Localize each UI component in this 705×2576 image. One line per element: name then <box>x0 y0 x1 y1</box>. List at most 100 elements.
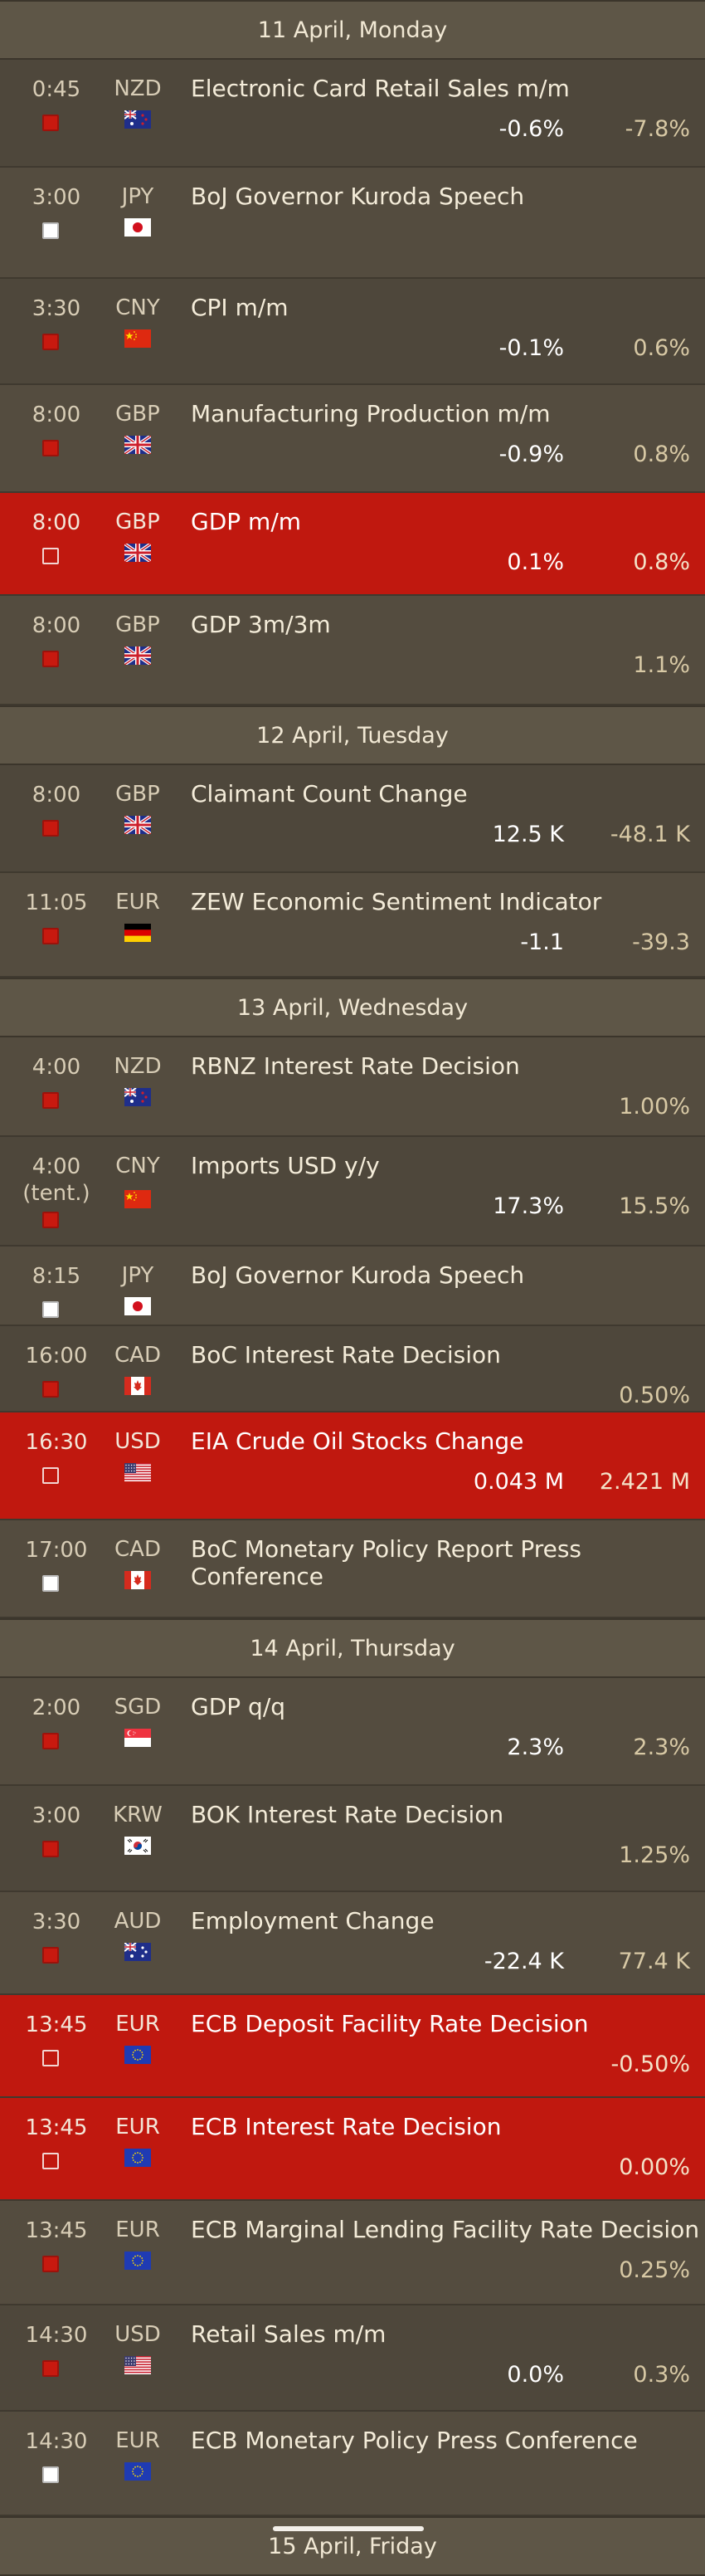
event-row[interactable]: 3:00 KRW BOK Interest Rate Decision 1.25% <box>0 1786 705 1892</box>
event-title: Manufacturing Production m/m <box>191 400 551 427</box>
event-currency: CNY <box>115 295 160 320</box>
event-title: EIA Crude Oil Stocks Change <box>191 1427 524 1455</box>
event-time-value: 4:00 <box>32 1154 81 1179</box>
event-previous: 0.8% <box>633 442 690 467</box>
event-row[interactable]: 13:45 EUR ECB Interest Rate Decision 0.00% <box>0 2098 705 2201</box>
event-title: BoJ Governor Kuroda Speech <box>191 1261 525 1289</box>
event-title: BoC Monetary Policy Report Press Confere… <box>191 1535 582 1590</box>
event-time: 8:00 <box>32 613 81 638</box>
day-label: 13 April, Wednesday <box>236 994 469 1021</box>
event-title: ECB Marginal Lending Facility Rate Decis… <box>191 2216 700 2243</box>
event-row[interactable]: 3:30 CNY CPI m/m -0.1% 0.6% <box>0 279 705 385</box>
au-flag-icon <box>124 1943 151 1961</box>
event-row[interactable]: 8:00 GBP GDP m/m 0.1% 0.8% <box>0 493 705 596</box>
importance-high-checkbox[interactable] <box>42 1733 59 1749</box>
event-time: 11:05 <box>25 890 88 915</box>
event-row[interactable]: 16:00 CAD BoC Interest Rate Decision 0.50% <box>0 1326 705 1412</box>
event-previous: 0.25% <box>619 2257 690 2283</box>
event-time: 8:00 <box>32 510 81 535</box>
event-actual: 0.0% <box>507 2362 564 2388</box>
importance-high-checkbox[interactable] <box>42 2360 59 2377</box>
importance-low-checkbox[interactable] <box>42 1467 59 1484</box>
event-previous: 2.3% <box>633 1734 690 1760</box>
event-title: Retail Sales m/m <box>191 2320 387 2348</box>
event-row[interactable]: 13:45 EUR ECB Marginal Lending Facility Ra… <box>0 2201 705 2305</box>
importance-high-checkbox[interactable] <box>42 1092 59 1109</box>
importance-low-checkbox[interactable] <box>42 1575 59 1592</box>
eu-flag-icon <box>124 2252 151 2270</box>
event-title: CPI m/m <box>191 294 289 321</box>
event-actual: 17.3% <box>493 1193 564 1219</box>
event-row[interactable]: 14:30 USD Retail Sales m/m 0.0% 0.3% <box>0 2305 705 2412</box>
importance-high-checkbox[interactable] <box>42 115 59 131</box>
importance-low-checkbox[interactable] <box>42 222 59 239</box>
importance-low-checkbox[interactable] <box>42 2153 59 2169</box>
home-indicator[interactable] <box>273 2526 424 2531</box>
importance-high-checkbox[interactable] <box>42 334 59 350</box>
event-row[interactable]: 8:00 GBP Manufacturing Production m/m -0.9%… <box>0 385 705 493</box>
event-row[interactable]: 3:30 AUD Employment Change -22.4 K 77.4 K <box>0 1892 705 1995</box>
day-header: 15 April, Friday <box>0 2516 705 2576</box>
event-previous: 0.8% <box>633 549 690 575</box>
importance-high-checkbox[interactable] <box>42 928 59 944</box>
event-row[interactable]: 14:30 EUR ECB Monetary Policy Press Confer… <box>0 2412 705 2516</box>
event-title: ECB Interest Rate Decision <box>191 2113 502 2140</box>
event-row[interactable]: 4:00 NZD RBNZ Interest Rate Decision 1.00% <box>0 1037 705 1137</box>
day-label: 15 April, Friday <box>268 2533 437 2559</box>
event-time: 4:00 <box>32 1055 81 1080</box>
event-row[interactable]: 11:05 EUR ZEW Economic Sentiment Indicator… <box>0 873 705 978</box>
event-previous: 0.6% <box>633 335 690 361</box>
event-title: ZEW Economic Sentiment Indicator <box>191 888 602 915</box>
importance-high-checkbox[interactable] <box>42 1381 59 1398</box>
event-row[interactable]: 4:00 (tent.) CNY Imports USD y/y 17.3% 15.5% <box>0 1137 705 1247</box>
event-time: 3:30 <box>32 296 81 321</box>
event-previous: 1.25% <box>619 1842 690 1868</box>
event-row[interactable]: 8:15 JPY BoJ Governor Kuroda Speech <box>0 1247 705 1326</box>
event-time: 3:30 <box>32 1910 81 1934</box>
event-currency: GBP <box>115 612 160 637</box>
event-previous: 1.1% <box>633 652 690 678</box>
event-currency: EUR <box>115 2428 160 2453</box>
event-title: BoC Interest Rate Decision <box>191 1341 501 1368</box>
event-time: 4:00 (tent.) <box>0 1154 113 1207</box>
importance-low-checkbox[interactable] <box>42 2466 59 2483</box>
event-row[interactable]: 0:45 NZD Electronic Card Retail Sales m/m -… <box>0 60 705 168</box>
event-row[interactable]: 16:30 USD EIA Crude Oil Stocks Change 0.043… <box>0 1412 705 1520</box>
event-currency: GBP <box>115 782 160 807</box>
importance-high-checkbox[interactable] <box>42 1947 59 1964</box>
cn-flag-icon <box>124 329 151 348</box>
event-previous: 15.5% <box>619 1193 690 1219</box>
event-row[interactable]: 8:00 GBP Claimant Count Change 12.5 K -48.1 … <box>0 765 705 873</box>
event-time: 14:30 <box>25 2429 88 2454</box>
event-row[interactable]: 8:00 GBP GDP 3m/3m 1.1% <box>0 596 705 705</box>
event-currency: USD <box>114 1429 161 1454</box>
importance-high-checkbox[interactable] <box>42 1212 59 1228</box>
importance-high-checkbox[interactable] <box>42 1841 59 1857</box>
economic-calendar: 11 April, Monday 0:45 NZD Electronic Card R… <box>0 0 705 2576</box>
importance-high-checkbox[interactable] <box>42 440 59 456</box>
event-row[interactable]: 3:00 JPY BoJ Governor Kuroda Speech <box>0 168 705 279</box>
event-currency: JPY <box>121 1263 154 1288</box>
importance-high-checkbox[interactable] <box>42 820 59 837</box>
importance-low-checkbox[interactable] <box>42 548 59 564</box>
importance-high-checkbox[interactable] <box>42 2256 59 2272</box>
event-title: RBNZ Interest Rate Decision <box>191 1052 520 1080</box>
event-title: BoJ Governor Kuroda Speech <box>191 183 525 210</box>
event-title: Claimant Count Change <box>191 780 468 807</box>
event-time: 8:15 <box>32 1264 81 1289</box>
us-flag-icon <box>124 2356 151 2374</box>
event-time: 0:45 <box>32 77 81 102</box>
event-row[interactable]: 17:00 CAD BoC Monetary Policy Report Press… <box>0 1520 705 1618</box>
event-currency: GBP <box>115 402 160 427</box>
importance-low-checkbox[interactable] <box>42 1301 59 1318</box>
event-row[interactable]: 13:45 EUR ECB Deposit Facility Rate Decisi… <box>0 1995 705 2098</box>
day-header: 12 April, Tuesday <box>0 705 705 765</box>
jp-flag-icon <box>124 218 151 237</box>
event-currency: GBP <box>115 510 160 534</box>
importance-high-checkbox[interactable] <box>42 651 59 667</box>
ca-flag-icon <box>124 1571 151 1589</box>
importance-low-checkbox[interactable] <box>42 2050 59 2066</box>
event-row[interactable]: 2:00 SGD GDP q/q 2.3% 2.3% <box>0 1678 705 1786</box>
eu-flag-icon <box>124 2046 151 2064</box>
event-currency: CNY <box>115 1154 160 1178</box>
